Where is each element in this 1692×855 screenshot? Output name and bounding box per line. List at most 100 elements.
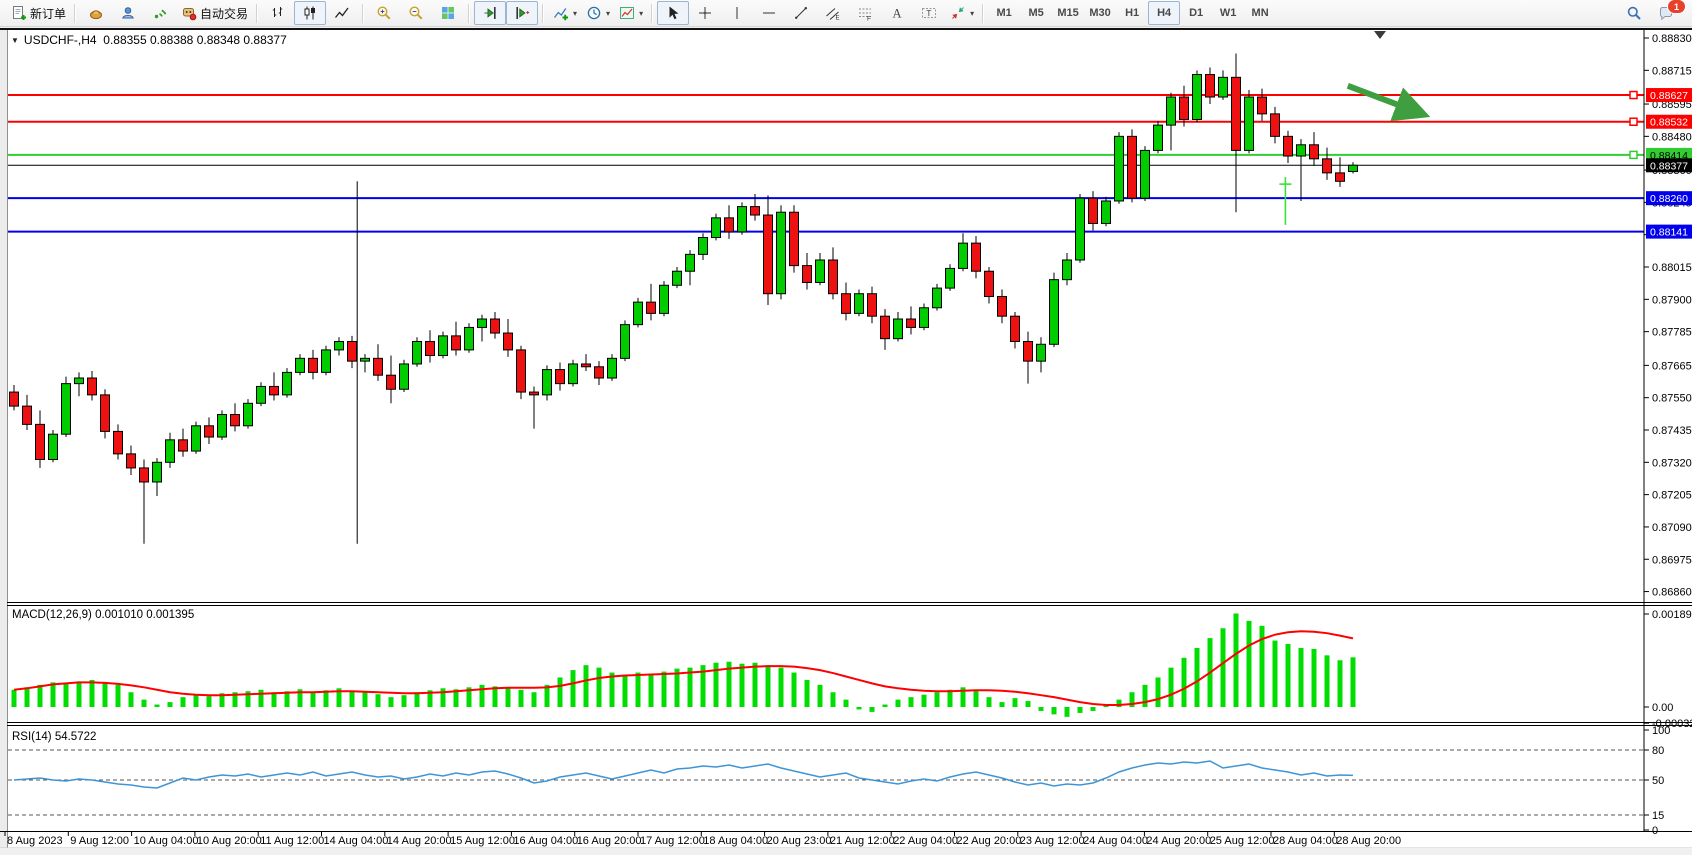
tf-d1-label: D1 [1189, 7, 1203, 19]
toolbar-separator [468, 4, 470, 23]
svg-text:A: A [893, 7, 902, 21]
label-button[interactable]: T [913, 1, 945, 25]
vertical-line-icon [729, 5, 746, 22]
price-level-label: 0.88377 [1646, 158, 1692, 172]
search-button[interactable] [1618, 1, 1650, 25]
line-chart-icon [334, 5, 351, 22]
svg-text:15 Aug 12:00: 15 Aug 12:00 [450, 835, 515, 847]
gold-ornament-icon [88, 5, 105, 22]
autotrading-label: 自动交易 [200, 5, 248, 22]
tile-windows-button[interactable] [432, 1, 464, 25]
channel-button[interactable]: E [817, 1, 849, 25]
toolbar-separator [362, 4, 364, 23]
arrows-icon [949, 5, 966, 22]
line-chart-button[interactable] [326, 1, 358, 25]
tf-h1-label: H1 [1125, 7, 1139, 19]
gold-ornament-button[interactable] [80, 1, 112, 25]
chart-context-arrow-icon[interactable]: ▼ [11, 36, 19, 45]
rsi-indicator-label: RSI(14) 54.5722 [12, 731, 96, 743]
svg-text:0.87550: 0.87550 [1652, 393, 1692, 405]
fibonacci-button[interactable]: F [849, 1, 881, 25]
dropdown-arrow-icon[interactable]: ▾ [970, 9, 974, 18]
svg-text:0.88532: 0.88532 [1650, 117, 1688, 129]
auto-scroll-button[interactable] [474, 1, 506, 25]
svg-text:10 Aug 20:00: 10 Aug 20:00 [197, 835, 262, 847]
chart-window-top-border [0, 28, 1692, 30]
chart-canvas[interactable]: 0.888300.887150.885950.884800.883600.882… [0, 28, 1692, 848]
community-icon [120, 5, 137, 22]
indicators-button[interactable]: ▾ [548, 1, 581, 25]
tf-m5-button[interactable]: M5 [1020, 1, 1052, 25]
notification-badge: 1 [1667, 0, 1686, 14]
tf-m30-button[interactable]: M30 [1084, 1, 1116, 25]
chart-title: ▼ USDCHF-,H4 0.88355 0.88388 0.88348 0.88… [11, 33, 287, 47]
candlestick-chart-button[interactable] [294, 1, 326, 25]
tf-m15-button[interactable]: M15 [1052, 1, 1084, 25]
svg-text:0.86975: 0.86975 [1652, 554, 1692, 566]
tf-d1-button[interactable]: D1 [1180, 1, 1212, 25]
crosshair-button[interactable] [689, 1, 721, 25]
text-button[interactable]: A [881, 1, 913, 25]
svg-text:0.88015: 0.88015 [1652, 262, 1692, 274]
dropdown-arrow-icon[interactable]: ▾ [606, 9, 610, 18]
toolbar-group: E FAT ▾ [657, 1, 978, 25]
svg-text:100: 100 [1652, 725, 1670, 737]
zoom-in-icon [376, 5, 393, 22]
toolbar-separator [982, 4, 984, 23]
new-order-button[interactable]: 新订单 [6, 1, 70, 25]
svg-text:0.87205: 0.87205 [1652, 490, 1692, 502]
autotrading-button[interactable]: 自动交易 [176, 1, 252, 25]
toolbar-separator [74, 4, 76, 23]
zoom-out-button[interactable] [400, 1, 432, 25]
tile-windows-icon [440, 5, 457, 22]
svg-text:15: 15 [1652, 810, 1664, 822]
level-endpoint-marker[interactable] [1630, 151, 1637, 158]
price-level-label: 0.88260 [1646, 191, 1692, 205]
cursor-button[interactable] [657, 1, 689, 25]
trendline-icon [793, 5, 810, 22]
svg-text:E: E [836, 16, 840, 22]
toolbar-right-group: 1 [1618, 1, 1682, 25]
svg-text:0.88480: 0.88480 [1652, 131, 1692, 143]
arrows-button[interactable]: ▾ [945, 1, 978, 25]
chart-shift-button[interactable] [506, 1, 538, 25]
tf-mn-label: MN [1252, 7, 1269, 19]
svg-text:24 Aug 20:00: 24 Aug 20:00 [1146, 835, 1211, 847]
zoom-out-icon [408, 5, 425, 22]
trendline-button[interactable] [785, 1, 817, 25]
periods-button[interactable]: ▾ [581, 1, 614, 25]
tf-h1-button[interactable]: H1 [1116, 1, 1148, 25]
tf-m30-label: M30 [1089, 7, 1110, 19]
community-button[interactable] [112, 1, 144, 25]
svg-text:0.88377: 0.88377 [1650, 160, 1688, 172]
toolbar-group [262, 1, 358, 25]
new-order-label: 新订单 [30, 5, 66, 22]
tf-m1-button[interactable]: M1 [988, 1, 1020, 25]
zoom-in-button[interactable] [368, 1, 400, 25]
chart-window[interactable]: 0.888300.887150.885950.884800.883600.882… [0, 28, 1692, 848]
chat-button[interactable]: 1 [1650, 1, 1682, 25]
svg-text:0.00: 0.00 [1652, 702, 1673, 714]
dropdown-arrow-icon[interactable]: ▾ [573, 9, 577, 18]
level-endpoint-marker[interactable] [1630, 118, 1637, 125]
templates-button[interactable]: ▾ [614, 1, 647, 25]
svg-text:0.88715: 0.88715 [1652, 65, 1692, 77]
svg-text:11 Aug 12:00: 11 Aug 12:00 [260, 835, 324, 847]
signals-button[interactable] [144, 1, 176, 25]
dropdown-arrow-icon[interactable]: ▾ [639, 9, 643, 18]
horizontal-line-button[interactable] [753, 1, 785, 25]
svg-text:9 Aug 12:00: 9 Aug 12:00 [70, 835, 129, 847]
horizontal-line-icon [761, 5, 778, 22]
tf-w1-button[interactable]: W1 [1212, 1, 1244, 25]
chart-symbol-period: USDCHF-,H4 [24, 33, 97, 47]
svg-text:16 Aug 04:00: 16 Aug 04:00 [513, 835, 578, 847]
chart-ohlc-readout: 0.88355 0.88388 0.88348 0.88377 [103, 33, 287, 47]
vertical-line-button[interactable] [721, 1, 753, 25]
level-endpoint-marker[interactable] [1630, 92, 1637, 99]
svg-text:0.87900: 0.87900 [1652, 294, 1692, 306]
tf-mn-button[interactable]: MN [1244, 1, 1276, 25]
svg-text:8 Aug 2023: 8 Aug 2023 [7, 835, 63, 847]
bar-chart-button[interactable] [262, 1, 294, 25]
toolbar-separator [542, 4, 544, 23]
tf-h4-button[interactable]: H4 [1148, 1, 1180, 25]
